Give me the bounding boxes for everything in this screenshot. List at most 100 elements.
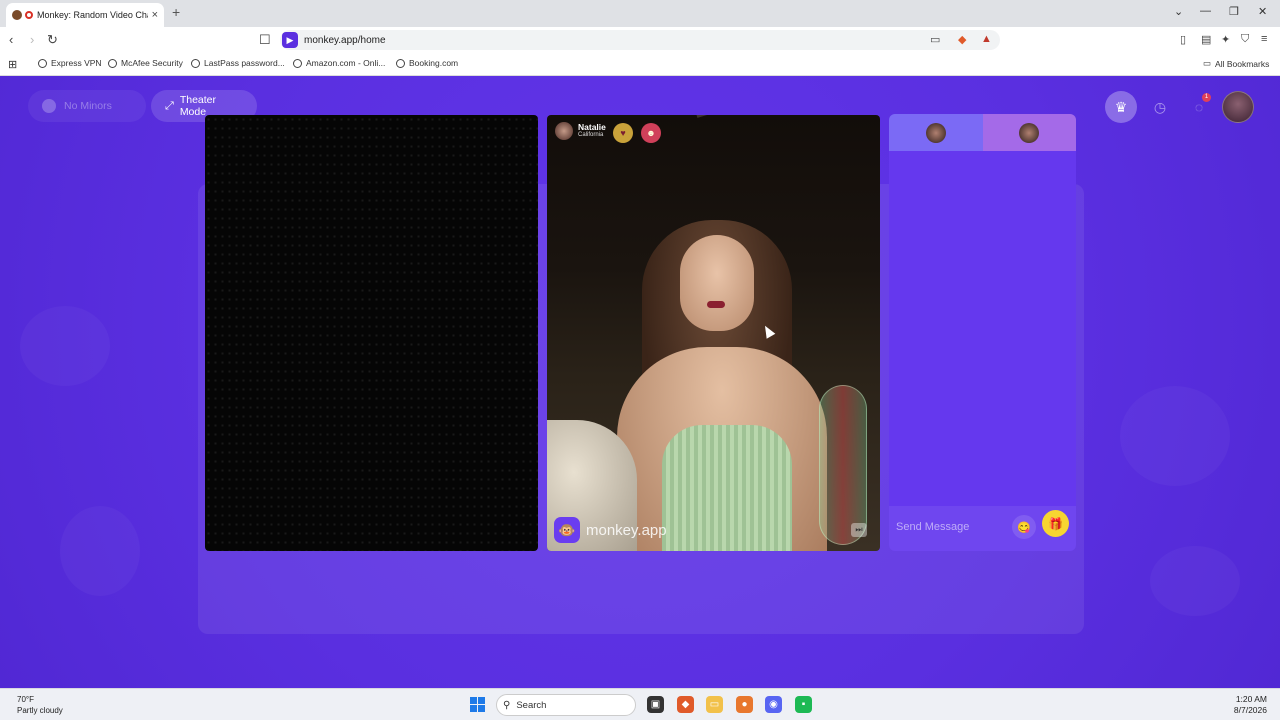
- monkey-watermark: 🐵 monkey.app: [554, 517, 667, 543]
- history-icon[interactable]: ◷: [1144, 91, 1176, 123]
- profile-avatar[interactable]: [1222, 91, 1254, 123]
- search-icon: ⚲: [503, 699, 511, 711]
- chat-tab-partner[interactable]: [889, 114, 983, 151]
- tab-monkey[interactable]: Monkey: Random Video Chat ×: [6, 3, 164, 27]
- gift-icon[interactable]: 🎁: [1042, 510, 1069, 537]
- no-minors-toggle[interactable]: No Minors: [28, 90, 146, 122]
- monkey-logo-icon: 🐵: [554, 517, 580, 543]
- clock-date: 8/7/2026: [1233, 705, 1267, 715]
- chat-panel: 😋 🎁: [889, 114, 1076, 551]
- bookmark-lastpass[interactable]: LastPass password...: [191, 58, 285, 68]
- window-close-icon[interactable]: ✕: [1258, 5, 1267, 18]
- monkey-badge-icon[interactable]: ☻: [641, 123, 661, 143]
- brave-shield-icon[interactable]: ◆: [958, 33, 966, 46]
- crown-icon[interactable]: ♛: [1105, 91, 1137, 123]
- url-text: monkey.app/home: [304, 34, 386, 46]
- menu-icon[interactable]: ≡: [1261, 33, 1267, 45]
- close-tab-icon[interactable]: ×: [152, 9, 158, 21]
- tab-title: Monkey: Random Video Chat: [37, 10, 148, 20]
- glass-object: [819, 385, 867, 545]
- bookmark-mcafee[interactable]: McAfee Security: [108, 58, 183, 68]
- globe-icon: [38, 58, 47, 68]
- browser-toolbar: ‹ › ↻ ☐ ▶ monkey.app/home ▭ ◆ ▲ ▯ ▤ ✦ ⛉ …: [0, 27, 1280, 53]
- taskbar-search-label: Search: [516, 699, 547, 711]
- background-blob: [20, 306, 110, 386]
- weather-temp: 70°F: [17, 695, 34, 704]
- bookmark-label: Booking.com: [409, 58, 459, 68]
- no-minors-label: No Minors: [64, 100, 112, 112]
- background-blob: [1150, 546, 1240, 616]
- expand-icon: ⤢: [165, 99, 174, 112]
- address-bar[interactable]: ▶ monkey.app/home: [280, 30, 1000, 50]
- emoji-icon[interactable]: 😋: [1012, 515, 1036, 539]
- bookmark-icon[interactable]: ☐: [259, 32, 271, 48]
- firefox-app-icon[interactable]: ●: [736, 696, 753, 713]
- globe-icon: [108, 58, 117, 68]
- toggle-dot-icon: [42, 99, 56, 113]
- globe-icon: [293, 58, 302, 68]
- maximize-icon[interactable]: ❐: [1229, 5, 1239, 18]
- cast-icon[interactable]: ▭: [930, 33, 940, 46]
- skip-icon[interactable]: ⏭: [851, 523, 867, 537]
- chat-tab-self[interactable]: [982, 114, 1076, 151]
- rewards-icon[interactable]: ▲: [981, 33, 992, 45]
- bookmark-booking[interactable]: Booking.com: [396, 58, 458, 68]
- remote-video[interactable]: Natalie California ♥ ☻ 🐵 monkey.app ⏭: [547, 115, 880, 551]
- bookmark-express-vpn[interactable]: Express VPN: [38, 58, 102, 68]
- bookmarks-bar: ⊞ Express VPN McAfee Security LastPass p…: [0, 53, 1280, 76]
- task-view-icon[interactable]: ▣: [647, 696, 664, 713]
- partner-avatar: [925, 122, 946, 143]
- chat-icon[interactable]: ◌ 1: [1183, 91, 1215, 123]
- sidebar-icon[interactable]: ▯: [1180, 33, 1186, 46]
- taskbar: 70°F Partly cloudy ⚲ Search ▣ ◆ ▭ ● ◉ ▪ …: [0, 688, 1280, 720]
- tab-search-chevron-icon[interactable]: ⌄: [1174, 5, 1183, 18]
- remote-user-avatar: [555, 122, 573, 140]
- system-clock[interactable]: 1:20 AM 8/7/2026: [1234, 694, 1267, 716]
- monkey-favicon-icon: [12, 10, 22, 20]
- send-message-input[interactable]: [896, 515, 1008, 539]
- video-person-lips: [707, 301, 725, 308]
- discord-app-icon[interactable]: ◉: [765, 696, 782, 713]
- bookmark-label: Amazon.com - Onli...: [306, 58, 386, 68]
- send-bar: 😋 🎁: [889, 506, 1076, 551]
- taskbar-search[interactable]: ⚲ Search: [496, 694, 636, 716]
- remote-user-location: California: [578, 132, 604, 138]
- site-info-icon[interactable]: ▶: [282, 32, 298, 48]
- bookmark-label: Express VPN: [51, 58, 102, 68]
- recording-icon: [25, 11, 33, 19]
- bookmark-label: McAfee Security: [121, 58, 183, 68]
- clock-time: 1:20 AM: [1235, 694, 1267, 704]
- heart-icon[interactable]: ♥: [613, 123, 633, 143]
- leo-ai-icon[interactable]: ✦: [1221, 33, 1230, 46]
- file-explorer-icon[interactable]: ▭: [706, 696, 723, 713]
- wallet-icon[interactable]: ▤: [1201, 33, 1211, 46]
- folder-icon: ▭: [1203, 58, 1212, 68]
- remote-user-name: Natalie: [578, 122, 606, 132]
- new-tab-button[interactable]: +: [172, 4, 180, 20]
- local-video: [205, 115, 538, 551]
- all-bookmarks-label: All Bookmarks: [1215, 58, 1270, 69]
- bookmark-label: LastPass password...: [204, 58, 285, 68]
- weather-condition: Partly cloudy: [17, 706, 63, 715]
- video-person-face: [680, 235, 754, 331]
- bookmark-amazon[interactable]: Amazon.com - Onli...: [293, 58, 385, 68]
- back-icon[interactable]: ‹: [9, 32, 13, 47]
- brand-text: monkey.app: [586, 521, 667, 539]
- apps-grid-icon[interactable]: ⊞: [8, 58, 17, 71]
- globe-icon: [396, 58, 405, 68]
- brave-app-icon[interactable]: ◆: [677, 696, 694, 713]
- weather-widget[interactable]: 70°F Partly cloudy: [17, 694, 63, 716]
- all-bookmarks[interactable]: ▭ All Bookmarks: [1203, 58, 1269, 69]
- start-icon[interactable]: [470, 697, 485, 712]
- forward-icon[interactable]: ›: [30, 32, 34, 47]
- vpn-icon[interactable]: ⛉: [1241, 33, 1249, 46]
- reload-icon[interactable]: ↻: [47, 32, 58, 48]
- background-blob: [1120, 386, 1230, 486]
- minimize-icon[interactable]: —: [1200, 5, 1211, 17]
- remote-user-chip[interactable]: Natalie California: [555, 122, 606, 140]
- globe-icon: [191, 58, 200, 68]
- chat-bubble-icon: ◌: [1194, 99, 1204, 115]
- app-icon[interactable]: ▪: [795, 696, 812, 713]
- self-avatar: [1019, 122, 1040, 143]
- background-blob: [60, 506, 140, 596]
